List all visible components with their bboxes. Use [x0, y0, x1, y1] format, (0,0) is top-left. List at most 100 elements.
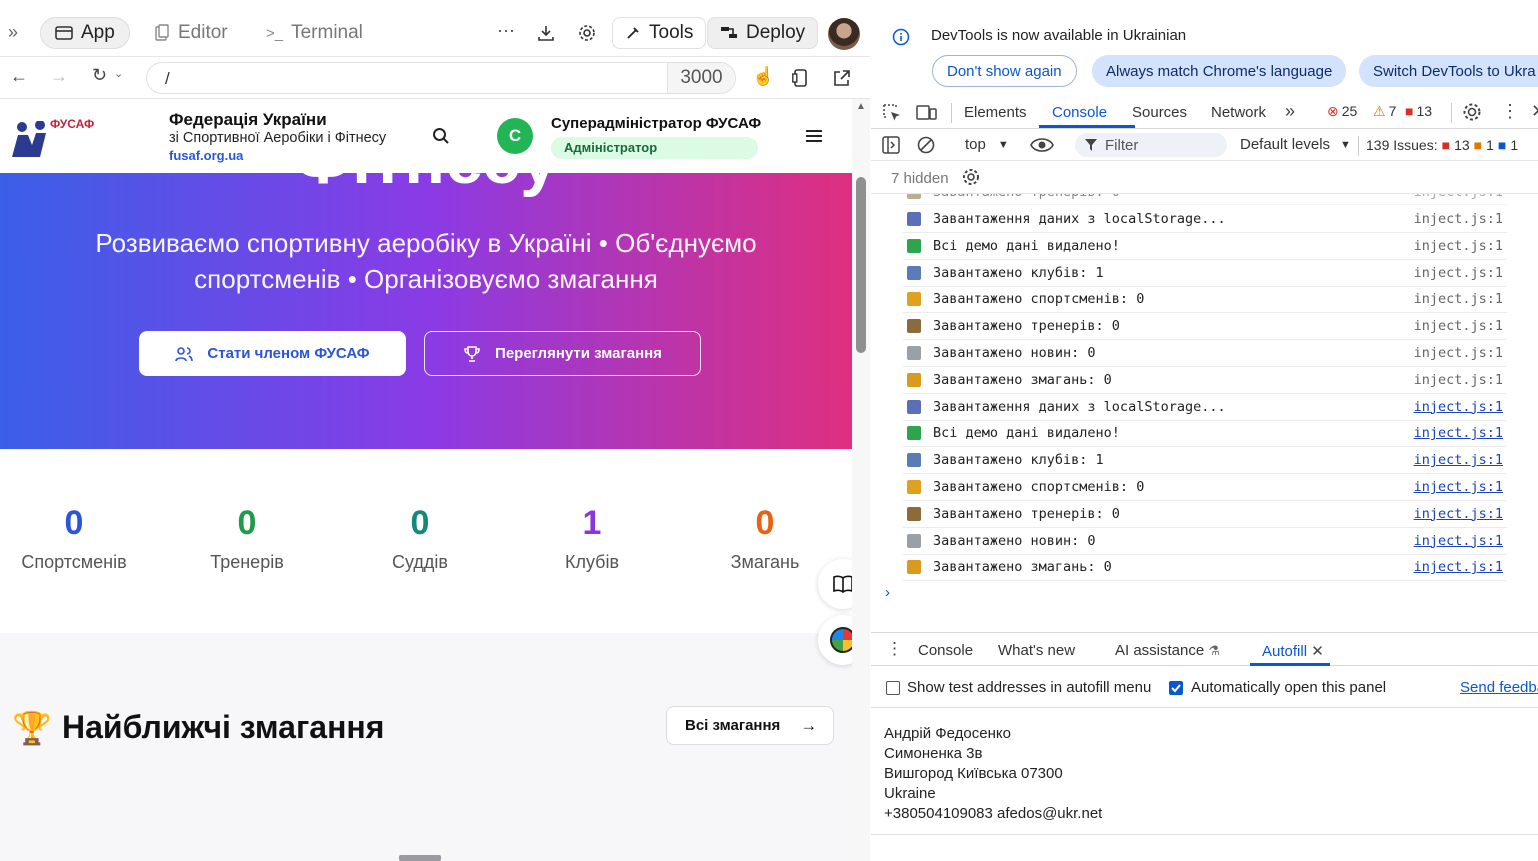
drawer-menu-icon[interactable]: ⋮: [886, 639, 903, 659]
close-tab-icon[interactable]: ✕: [1311, 643, 1324, 660]
coach-icon: [907, 319, 921, 334]
inspect-element-icon[interactable]: [882, 103, 902, 123]
always-match-button[interactable]: Always match Chrome's language: [1092, 55, 1347, 87]
gear-icon[interactable]: [578, 24, 596, 42]
tab-network[interactable]: Network: [1211, 104, 1266, 121]
tab-app[interactable]: App: [40, 17, 130, 49]
scrollbar-thumb[interactable]: [856, 177, 866, 353]
site-logo[interactable]: ФУСАФ: [10, 115, 122, 161]
filter-input[interactable]: Filter: [1075, 133, 1227, 157]
runner-icon: [907, 480, 921, 494]
console-message-source[interactable]: inject.js:1: [1414, 399, 1503, 415]
sidebar-toggle-icon[interactable]: [882, 136, 900, 154]
all-competitions-button[interactable]: Всі змагання →: [666, 706, 834, 745]
warning-count[interactable]: ⚠ 7: [1373, 103, 1396, 120]
device-icon[interactable]: [792, 69, 810, 87]
stat-judges-label: Суддів: [392, 552, 448, 572]
user-avatar[interactable]: С: [497, 118, 533, 154]
become-member-button[interactable]: Стати членом ФУСАФ: [139, 331, 406, 376]
log-levels-dropdown[interactable]: Default levels ▼: [1240, 136, 1351, 153]
console-message-source[interactable]: inject.js:1: [1414, 265, 1503, 281]
eye-icon[interactable]: [1030, 137, 1054, 153]
tab-editor[interactable]: Editor: [154, 17, 228, 49]
clear-console-icon[interactable]: [917, 136, 935, 154]
stat-competitions: 0 Змагань: [680, 504, 850, 573]
switch-language-button[interactable]: Switch DevTools to Ukra: [1359, 55, 1538, 87]
org-url[interactable]: fusaf.org.ua: [169, 148, 243, 163]
kebab-menu-icon[interactable]: ⋮: [1501, 101, 1519, 122]
console-settings-icon[interactable]: [962, 168, 980, 186]
expand-sidebar-icon[interactable]: »: [8, 22, 18, 43]
auto-open-checkbox[interactable]: [1169, 681, 1183, 695]
console-message-source[interactable]: inject.js:1: [1414, 318, 1503, 334]
settings-icon[interactable]: [1462, 102, 1482, 122]
context-label: top: [965, 136, 986, 153]
context-selector[interactable]: top ▼: [965, 136, 1009, 153]
url-input[interactable]: / 3000: [146, 62, 736, 94]
console-message-source[interactable]: inject.js:1: [1414, 425, 1503, 441]
view-competitions-button[interactable]: Переглянути змагання: [424, 331, 701, 376]
console-message-text: Завантажено клубів: 1: [933, 264, 1104, 281]
issues-count[interactable]: ■ 13: [1405, 103, 1432, 119]
send-feedback-link[interactable]: Send feedba: [1460, 679, 1538, 696]
issues-summary[interactable]: 139 Issues: ■ 13 ■ 1 ■ 1: [1366, 137, 1518, 153]
hamburger-menu-icon[interactable]: [806, 129, 822, 143]
port-selector[interactable]: 3000: [667, 63, 735, 93]
deploy-button[interactable]: Deploy: [707, 17, 819, 49]
stat-clubs-label: Клубів: [564, 552, 620, 572]
console-message-source[interactable]: inject.js:1: [1414, 506, 1503, 522]
download-icon[interactable]: [537, 24, 555, 42]
site-scrollbar[interactable]: ▲: [852, 99, 870, 861]
console-message-source[interactable]: inject.js:1: [1414, 533, 1503, 549]
ai-assistance-label: AI assistance: [1115, 642, 1205, 659]
console-message: Завантажено клубів: 1 inject.js:1: [903, 447, 1507, 475]
drawer-tab-autofill[interactable]: Autofill ✕: [1262, 642, 1324, 660]
arrow-right-icon: →: [800, 715, 818, 735]
back-icon[interactable]: ←: [10, 66, 28, 87]
console-message-source[interactable]: inject.js:1: [1414, 345, 1503, 361]
more-icon[interactable]: ⋯: [497, 21, 515, 42]
console-message-source[interactable]: inject.js:1: [1414, 479, 1503, 495]
info-icon: [892, 28, 910, 46]
drawer-tab-console[interactable]: Console: [918, 642, 973, 659]
warning-icon: ⚠: [1373, 103, 1386, 119]
console-message-source[interactable]: inject.js:1: [1414, 291, 1503, 307]
tools-button[interactable]: Tools: [612, 17, 707, 49]
console-message: Завантаження даних з localStorage... inje…: [903, 394, 1507, 421]
tab-elements[interactable]: Elements: [964, 104, 1027, 121]
workspace-tabs-bar: » App Editor >_ Terminal ⋯ Tools Deploy: [0, 11, 870, 57]
console-message-source[interactable]: inject.js:1: [1414, 238, 1503, 254]
tab-console[interactable]: Console: [1052, 104, 1107, 121]
chevron-down-icon[interactable]: ⌄: [114, 67, 123, 80]
close-devtools-icon[interactable]: ✕: [1531, 101, 1538, 122]
console-message-source[interactable]: inject.js:1: [1414, 559, 1503, 575]
search-icon[interactable]: [432, 127, 450, 145]
stat-athletes: 0 Спортсменів: [0, 504, 159, 573]
console-prompt-icon[interactable]: ›: [885, 584, 890, 601]
issues-warn-value: 1: [1486, 137, 1494, 153]
show-test-addresses-checkbox[interactable]: [886, 681, 900, 695]
drawer-tab-whats-new[interactable]: What's new: [998, 642, 1075, 659]
tab-sources[interactable]: Sources: [1132, 104, 1187, 121]
language-infobar: DevTools is now available in Ukrainian D…: [871, 11, 1538, 97]
more-tabs-icon[interactable]: »: [1285, 101, 1295, 122]
forward-icon[interactable]: →: [50, 66, 68, 87]
console-message-source[interactable]: inject.js:1: [1414, 452, 1503, 468]
logo-figures-icon: [12, 121, 46, 157]
avatar[interactable]: [828, 18, 860, 50]
drawer-tab-ai-assistance[interactable]: AI assistance ⚗: [1115, 642, 1220, 659]
tab-terminal[interactable]: >_ Terminal: [266, 17, 363, 49]
scroll-up-icon[interactable]: ▲: [856, 101, 866, 112]
console-message-source[interactable]: inject.js:1: [1414, 211, 1503, 227]
console-message-source[interactable]: inject.js:1: [1414, 372, 1503, 388]
hand-pointer-icon[interactable]: ☝: [752, 66, 774, 87]
device-toolbar-icon[interactable]: [916, 103, 938, 123]
address-name: Андрій Федосенко: [884, 725, 1011, 742]
reload-icon[interactable]: ↻: [92, 65, 107, 86]
error-count[interactable]: ⊗ 25: [1327, 103, 1357, 120]
console-message-text: Завантажено змагань: 0: [933, 371, 1112, 388]
console-message: Завантажено змагань: 0 inject.js:1: [903, 367, 1507, 394]
drawer-tabs: ⋮ Console What's new AI assistance ⚗ Aut…: [871, 632, 1538, 666]
open-external-icon[interactable]: [833, 69, 851, 87]
dont-show-again-button[interactable]: Don't show again: [932, 55, 1077, 87]
